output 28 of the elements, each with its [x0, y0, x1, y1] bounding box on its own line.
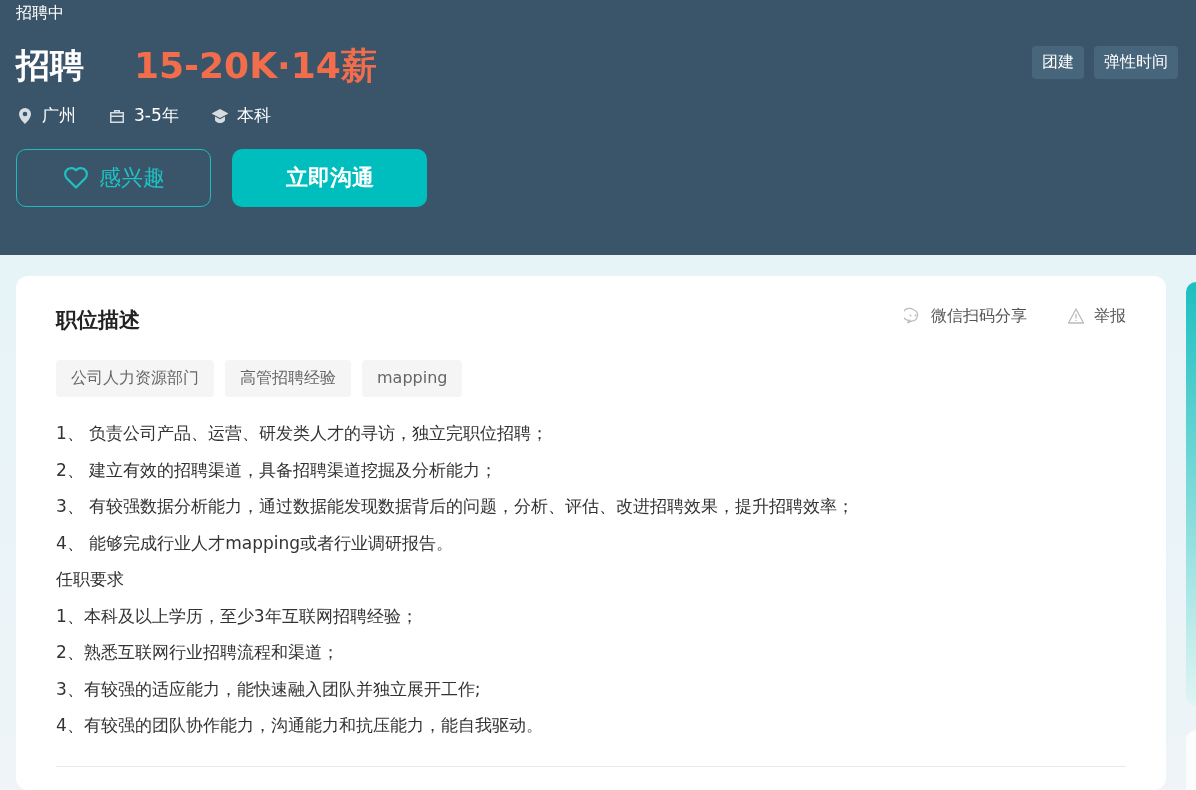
skill-tag: 公司人力资源部门	[56, 360, 214, 397]
description-line: 3、 有较强数据分析能力，通过数据能发现数据背后的问题，分析、评估、改进招聘效果，提升招聘效率；	[56, 495, 856, 518]
description-line: 2、 建立有效的招聘渠道，具备招聘渠道挖掘及分析能力；	[56, 458, 499, 482]
meta-text: 本科	[236, 104, 271, 127]
meta-text: 3-5年	[134, 104, 179, 127]
description-line: 3、有较强的适应能力，能快速融入团队并独立展开工作;	[56, 677, 482, 701]
description-line: 4、有较强的团队协作能力，沟通能力和抗压能力，能自我驱动。	[56, 714, 544, 737]
salary: 15-20K·14薪	[134, 43, 377, 88]
skill-tag: 高管招聘经验	[225, 360, 351, 397]
description-line: 2、熟悉互联网行业招聘流程和渠道；	[56, 641, 340, 664]
section-title: 职位描述	[56, 307, 140, 334]
meta-text: 广州	[42, 104, 76, 127]
description-line: 4、 能够完成行业人才mapping或者行业调研报告。	[56, 531, 455, 555]
location-pin-icon	[16, 106, 34, 125]
warning-icon	[1067, 307, 1085, 325]
job-status: 招聘中	[16, 3, 64, 24]
benefit-tag: 弹性时间	[1094, 46, 1178, 79]
description-line: 1、 负责公司产品、运营、研发类人才的寻访，独立完职位招聘；	[56, 422, 550, 445]
report-link[interactable]: 举报	[1067, 305, 1126, 327]
description-line: 1、本科及以上学历，至少3年互联网招聘经验；	[56, 604, 419, 628]
job-title: 招聘	[16, 44, 84, 87]
benefit-tag: 团建	[1032, 46, 1084, 79]
graduation-cap-icon	[210, 106, 229, 125]
skill-tag: mapping	[362, 360, 463, 397]
description-line: 任职要求	[56, 568, 125, 591]
share-link[interactable]: 微信扫码分享	[904, 305, 1027, 327]
heart-icon	[62, 166, 89, 190]
interest-button[interactable]: 感兴趣	[16, 149, 211, 207]
